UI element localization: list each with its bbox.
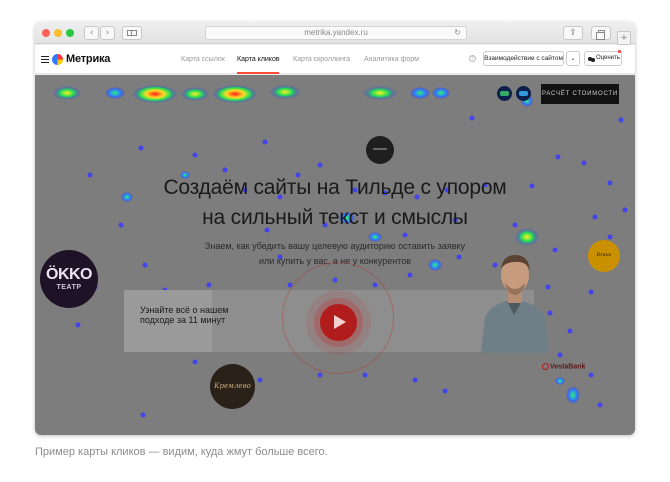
- promo-text: Узнайте всё о нашем подходе за 11 минут: [140, 305, 229, 325]
- video-promo-card: Узнайте всё о нашем подходе за 11 минут: [124, 262, 534, 374]
- feedback-icon: [588, 56, 595, 62]
- minimize-window-button[interactable]: [54, 29, 62, 37]
- image-caption: Пример карты кликов — видим, куда жмут б…: [35, 446, 328, 458]
- sidebar-toggle-button[interactable]: [122, 26, 142, 40]
- play-video-button[interactable]: [320, 304, 357, 341]
- share-icon: ⇪: [569, 28, 577, 38]
- client-logo-gold: Bravo: [588, 240, 620, 272]
- tabs-icon: [596, 30, 605, 40]
- vestabank-logo-text: VestaBank: [550, 363, 586, 371]
- client-logo-kremlevo: Кремлево: [210, 364, 255, 409]
- metrika-title: Метрика: [66, 53, 111, 65]
- share-button[interactable]: ⇪: [563, 26, 583, 40]
- founder-photo: [481, 255, 549, 353]
- screenshot-stage: ‹ › metrika.yandex.ru ↻ ⇪ + Метрика Карт…: [0, 0, 670, 482]
- okko-theatre-logo: ÖKKO ТЕАТР: [40, 250, 98, 308]
- url-text: metrika.yandex.ru: [304, 28, 368, 37]
- browser-titlebar: ‹ › metrika.yandex.ru ↻ ⇪ +: [35, 22, 635, 45]
- click-map-page: РАСЧЁТ СТОИМОСТИ Создаём сайты на Тильде…: [35, 75, 635, 435]
- hero-headline-line2: на сильный текст и смыслы: [202, 206, 468, 229]
- rate-button-label: Оценить: [596, 55, 620, 61]
- whatsapp-icon[interactable]: [497, 86, 512, 101]
- calculate-price-button[interactable]: РАСЧЁТ СТОИМОСТИ: [541, 84, 619, 104]
- close-window-button[interactable]: [42, 29, 50, 37]
- forward-button[interactable]: ›: [100, 26, 115, 40]
- browser-window: ‹ › metrika.yandex.ru ↻ ⇪ + Метрика Карт…: [35, 22, 635, 435]
- sidebar-icon: [127, 30, 137, 36]
- telegram-icon[interactable]: [516, 86, 531, 101]
- gold-logo-text: Bravo: [596, 252, 612, 258]
- play-icon: [334, 315, 346, 329]
- tab-overview-button[interactable]: [591, 26, 611, 40]
- back-button[interactable]: ‹: [84, 26, 99, 40]
- tab-link-map[interactable]: Карта ссылок: [181, 56, 225, 63]
- address-bar[interactable]: metrika.yandex.ru ↻: [205, 26, 467, 40]
- help-icon[interactable]: ?: [469, 55, 476, 62]
- active-tab-indicator: [237, 72, 279, 74]
- zoom-window-button[interactable]: [66, 29, 74, 37]
- okko-logo-title: ÖKKO: [46, 266, 93, 283]
- plus-icon: +: [620, 32, 628, 44]
- client-logo-dark: [366, 136, 394, 164]
- tab-form-analytics[interactable]: Аналитика форм: [364, 56, 419, 63]
- vestabank-logo-icon: [542, 363, 549, 370]
- okko-logo-subtitle: ТЕАТР: [56, 284, 82, 291]
- new-tab-button[interactable]: +: [617, 31, 631, 45]
- kremlevo-logo-text: Кремлево: [214, 382, 251, 390]
- chevron-left-icon: ‹: [89, 28, 94, 38]
- chevron-right-icon: ›: [105, 28, 110, 38]
- chevron-down-icon[interactable]: ⌄: [566, 51, 580, 66]
- hero-headline-line1: Создаём сайты на Тильде с упором: [163, 176, 507, 199]
- menu-icon[interactable]: [41, 56, 49, 63]
- interaction-mode-select[interactable]: Взаимодействие с сайтом: [483, 51, 564, 66]
- metrika-logo-icon: [52, 54, 63, 65]
- notification-badge: [618, 50, 621, 53]
- tab-scroll-map[interactable]: Карта скроллинга: [293, 56, 350, 63]
- tab-click-map[interactable]: Карта кликов: [237, 56, 280, 63]
- reload-icon[interactable]: ↻: [454, 27, 461, 39]
- vestabank-logo: VestaBank: [542, 363, 585, 370]
- metrika-toolbar: Метрика Карта ссылок Карта кликов Карта …: [35, 45, 635, 74]
- rate-button[interactable]: Оценить: [584, 51, 622, 66]
